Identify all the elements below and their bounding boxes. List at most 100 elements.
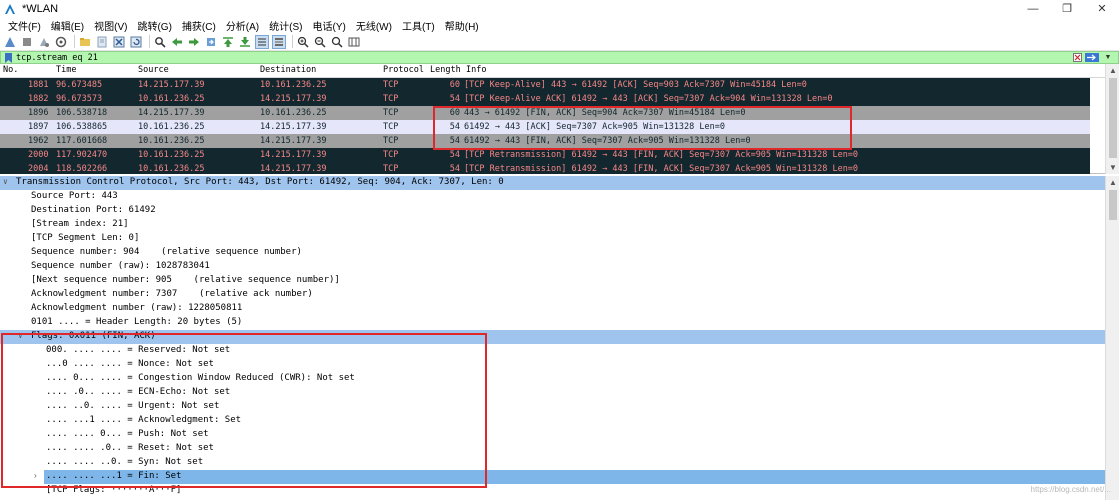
flags-tree-header[interactable]: ∨ Flags: 0x011 (FIN, ACK) [0, 330, 1105, 344]
flag-field-text: .... .... ...1 = Fin: Set [46, 471, 182, 481]
minimize-button[interactable]: — [1016, 0, 1050, 17]
detail-field[interactable]: 0101 .... = Header Length: 20 bytes (5) [0, 316, 1105, 330]
colorize-icon[interactable] [272, 34, 286, 49]
detail-field[interactable]: [Stream index: 21] [0, 218, 1105, 232]
packet-row[interactable]: 1881 96.673485 14.215.177.39 10.161.236.… [0, 78, 1090, 92]
flag-field[interactable]: .... .... .0.. = Reset: Not set [0, 442, 1105, 456]
reload-file-icon[interactable] [129, 35, 143, 49]
collapse-arrow-icon[interactable]: ∨ [3, 177, 8, 186]
flag-field[interactable]: .... .... 0... = Push: Not set [0, 428, 1105, 442]
go-to-packet-icon[interactable] [204, 35, 218, 49]
find-packet-icon[interactable] [153, 35, 167, 49]
flag-field[interactable]: 000. .... .... = Reserved: Not set [0, 344, 1105, 358]
detail-field[interactable]: [TCP Segment Len: 0] [0, 232, 1105, 246]
menu-help[interactable]: 帮助(H) [440, 18, 484, 33]
open-file-icon[interactable] [78, 35, 92, 49]
menu-statistics[interactable]: 统计(S) [264, 18, 307, 33]
packet-row[interactable]: 1962 117.601668 10.161.236.25 14.215.177… [0, 134, 1090, 148]
start-capture-icon[interactable] [3, 35, 17, 49]
packet-row[interactable]: 2004 118.502266 10.161.236.25 14.215.177… [0, 162, 1090, 174]
scrollbar-thumb[interactable] [1109, 78, 1117, 158]
go-forward-icon[interactable] [187, 35, 201, 49]
title-bar: *WLAN — ❐ ✕ [0, 0, 1119, 17]
packet-info: 443 → 61492 [FIN, ACK] Seq=904 Ack=7307 … [464, 108, 746, 118]
close-button[interactable]: ✕ [1085, 0, 1119, 17]
packet-source: 14.215.177.39 [138, 108, 205, 118]
packet-row[interactable]: 2000 117.902470 10.161.236.25 14.215.177… [0, 148, 1090, 162]
flag-field[interactable]: .... .0.. .... = ECN-Echo: Not set [0, 386, 1105, 400]
auto-scroll-icon[interactable] [255, 34, 269, 49]
stop-capture-icon[interactable] [20, 35, 34, 49]
display-filter-input[interactable] [16, 52, 1036, 63]
packet-info: [TCP Keep-Alive ACK] 61492 → 443 [ACK] S… [464, 94, 833, 104]
column-header-no[interactable]: No. [3, 65, 18, 75]
packet-no: 2004 [28, 164, 49, 174]
resize-columns-icon[interactable] [347, 35, 361, 49]
detail-field[interactable]: Acknowledgment number (raw): 1228050811 [0, 302, 1105, 316]
packet-length: 60 [449, 108, 460, 118]
apply-filter-icon[interactable] [1084, 52, 1100, 63]
detail-field[interactable]: Destination Port: 61492 [0, 204, 1105, 218]
flag-field-text: .... .... .0.. = Reset: Not set [46, 443, 214, 453]
detail-field[interactable]: Sequence number: 904 (relative sequence … [0, 246, 1105, 260]
packet-no: 1896 [28, 108, 49, 118]
packet-source: 10.161.236.25 [138, 164, 205, 174]
detail-field[interactable]: Sequence number (raw): 1028783041 [0, 260, 1105, 274]
flag-field[interactable]: .... ...1 .... = Acknowledgment: Set [0, 414, 1105, 428]
menu-capture[interactable]: 捕获(C) [177, 18, 221, 33]
column-header-protocol[interactable]: Protocol [383, 65, 424, 75]
flag-field[interactable]: ...0 .... .... = Nonce: Not set [0, 358, 1105, 372]
zoom-in-icon[interactable] [296, 35, 310, 49]
column-header-destination[interactable]: Destination [260, 65, 316, 75]
detail-field-text: Acknowledgment number: 7307 (relative ac… [31, 289, 313, 299]
packet-row[interactable]: 1896 106.538718 14.215.177.39 10.161.236… [0, 106, 1090, 120]
maximize-button[interactable]: ❐ [1050, 0, 1084, 17]
packet-time: 96.673485 [56, 80, 103, 90]
menu-go[interactable]: 跳转(G) [132, 18, 176, 33]
go-back-icon[interactable] [170, 35, 184, 49]
collapse-arrow-icon[interactable]: ∨ [18, 331, 23, 340]
scroll-up-icon[interactable]: ▲ [1109, 66, 1117, 75]
save-file-icon[interactable] [95, 35, 109, 49]
column-header-source[interactable]: Source [138, 65, 169, 75]
menu-analyze[interactable]: 分析(A) [221, 18, 264, 33]
flag-field[interactable]: .... 0... .... = Congestion Window Reduc… [0, 372, 1105, 386]
first-packet-icon[interactable] [221, 35, 235, 49]
detail-field[interactable]: [TCP Flags: ·······A···F] [0, 484, 1105, 498]
menu-wireless[interactable]: 无线(W) [351, 18, 397, 33]
flag-field[interactable]: .... ..0. .... = Urgent: Not set [0, 400, 1105, 414]
menu-view[interactable]: 视图(V) [89, 18, 132, 33]
zoom-out-icon[interactable] [313, 35, 327, 49]
column-header-info[interactable]: Info [466, 65, 486, 75]
flag-field[interactable]: .... .... ..0. = Syn: Not set [0, 456, 1105, 470]
column-header-length[interactable]: Length [430, 65, 461, 75]
tcp-tree-header[interactable]: ∨ Transmission Control Protocol, Src Por… [0, 176, 1105, 190]
filter-dropdown-icon[interactable]: ▼ [1102, 52, 1114, 63]
details-scrollbar[interactable]: ▲ [1105, 176, 1119, 500]
last-packet-icon[interactable] [238, 35, 252, 49]
menu-tools[interactable]: 工具(T) [397, 18, 440, 33]
menu-edit[interactable]: 编辑(E) [46, 18, 89, 33]
bookmark-icon[interactable] [3, 52, 13, 63]
restart-capture-icon[interactable] [37, 35, 51, 49]
menu-telephony[interactable]: 电话(Y) [308, 18, 351, 33]
detail-field[interactable]: [Next sequence number: 905 (relative seq… [0, 274, 1105, 288]
column-header-time[interactable]: Time [56, 65, 76, 75]
scrollbar-thumb[interactable] [1109, 190, 1117, 220]
menu-file[interactable]: 文件(F) [3, 18, 46, 33]
packet-list-scrollbar[interactable]: ▲ ▼ [1105, 64, 1119, 174]
flag-field-fin-selected[interactable]: .... .... ...1 = Fin: Set [44, 470, 1105, 484]
expand-arrow-icon[interactable]: › [34, 471, 37, 480]
packet-row[interactable]: 1882 96.673573 10.161.236.25 14.215.177.… [0, 92, 1090, 106]
display-filter-bar: ▼ [0, 51, 1119, 64]
scroll-up-icon[interactable]: ▲ [1109, 178, 1117, 187]
packet-row-selected[interactable]: 1897 106.538865 10.161.236.25 14.215.177… [0, 120, 1090, 134]
close-file-icon[interactable] [112, 35, 126, 49]
normal-size-icon[interactable] [330, 35, 344, 49]
scroll-down-icon[interactable]: ▼ [1109, 163, 1117, 172]
detail-field[interactable]: Acknowledgment number: 7307 (relative ac… [0, 288, 1105, 302]
detail-field[interactable]: Source Port: 443 [0, 190, 1105, 204]
capture-options-icon[interactable] [54, 35, 68, 49]
packet-source: 10.161.236.25 [138, 136, 205, 146]
clear-filter-icon[interactable] [1072, 52, 1082, 63]
